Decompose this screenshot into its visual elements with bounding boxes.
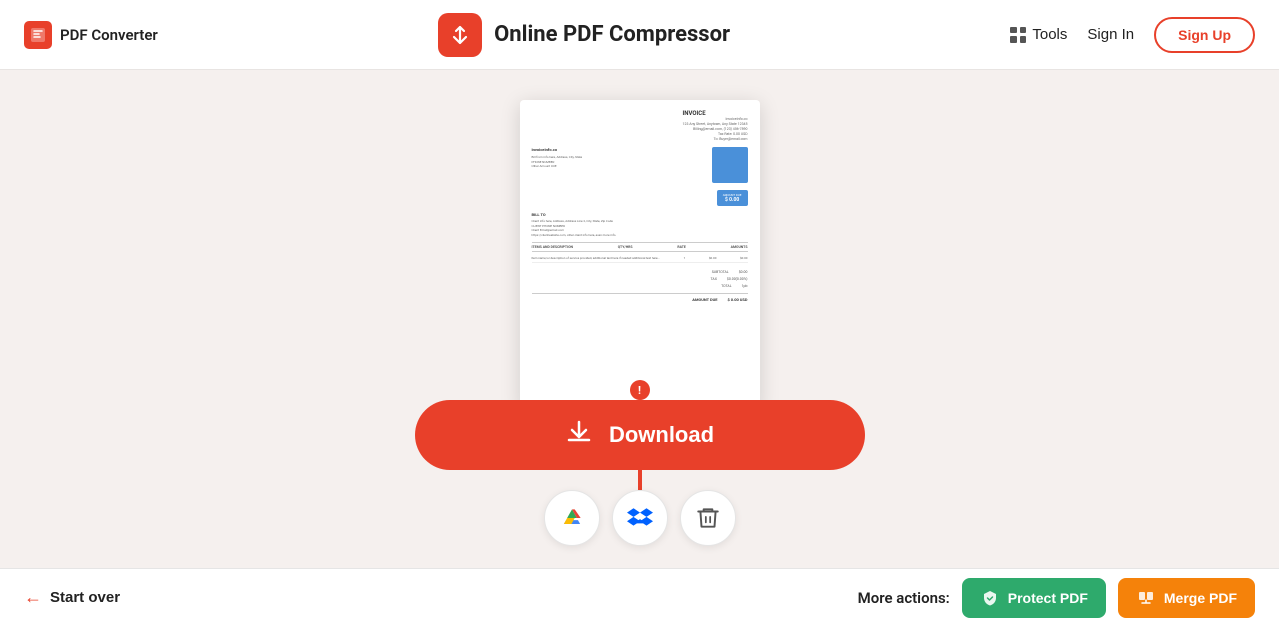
delete-icon [695, 505, 721, 531]
start-over-arrow-icon: ← [24, 587, 42, 608]
protect-icon [980, 588, 1000, 608]
signin-button[interactable]: Sign In [1087, 26, 1134, 43]
tools-button[interactable]: Tools [1010, 26, 1067, 43]
dropbox-button[interactable] [612, 490, 668, 546]
google-drive-button[interactable] [544, 490, 600, 546]
google-drive-icon [559, 505, 585, 531]
tools-grid-icon [1010, 27, 1026, 43]
pdf-preview: INVOICE InvoiceInfo.co 123 Any Street, A… [520, 100, 760, 410]
start-over-label: Start over [50, 589, 120, 606]
dropbox-icon [627, 505, 653, 531]
merge-icon [1136, 588, 1156, 608]
brand-label: PDF Converter [60, 26, 158, 44]
signup-button[interactable]: Sign Up [1154, 17, 1255, 53]
more-actions-label: More actions: [858, 589, 950, 607]
compress-logo [438, 13, 482, 57]
pdf-converter-icon [24, 21, 52, 49]
bottom-bar: ← Start over More actions: Protect PDF M [0, 568, 1279, 626]
download-button[interactable]: Download [415, 400, 865, 470]
merge-pdf-label: Merge PDF [1164, 590, 1237, 606]
main-content: INVOICE InvoiceInfo.co 123 Any Street, A… [0, 70, 1279, 546]
protect-pdf-button[interactable]: Protect PDF [962, 578, 1106, 618]
protect-pdf-label: Protect PDF [1008, 590, 1088, 606]
start-over-button[interactable]: ← Start over [24, 587, 120, 608]
header-center: Online PDF Compressor [158, 13, 1011, 57]
storage-icons [544, 490, 736, 546]
delete-button[interactable] [680, 490, 736, 546]
download-label: Download [609, 422, 714, 448]
download-area: Download [415, 390, 865, 546]
download-icon [565, 418, 593, 452]
more-actions-area: More actions: Protect PDF Merge PDF [858, 578, 1255, 618]
connector-line [638, 470, 642, 490]
merge-pdf-button[interactable]: Merge PDF [1118, 578, 1255, 618]
tools-label: Tools [1032, 26, 1067, 43]
brand-area: PDF Converter [24, 21, 158, 49]
pdf-indicator [630, 380, 650, 400]
header-right: Tools Sign In Sign Up [1010, 17, 1255, 53]
page-title: Online PDF Compressor [494, 22, 730, 47]
header: PDF Converter Online PDF Compressor Tool… [0, 0, 1279, 70]
